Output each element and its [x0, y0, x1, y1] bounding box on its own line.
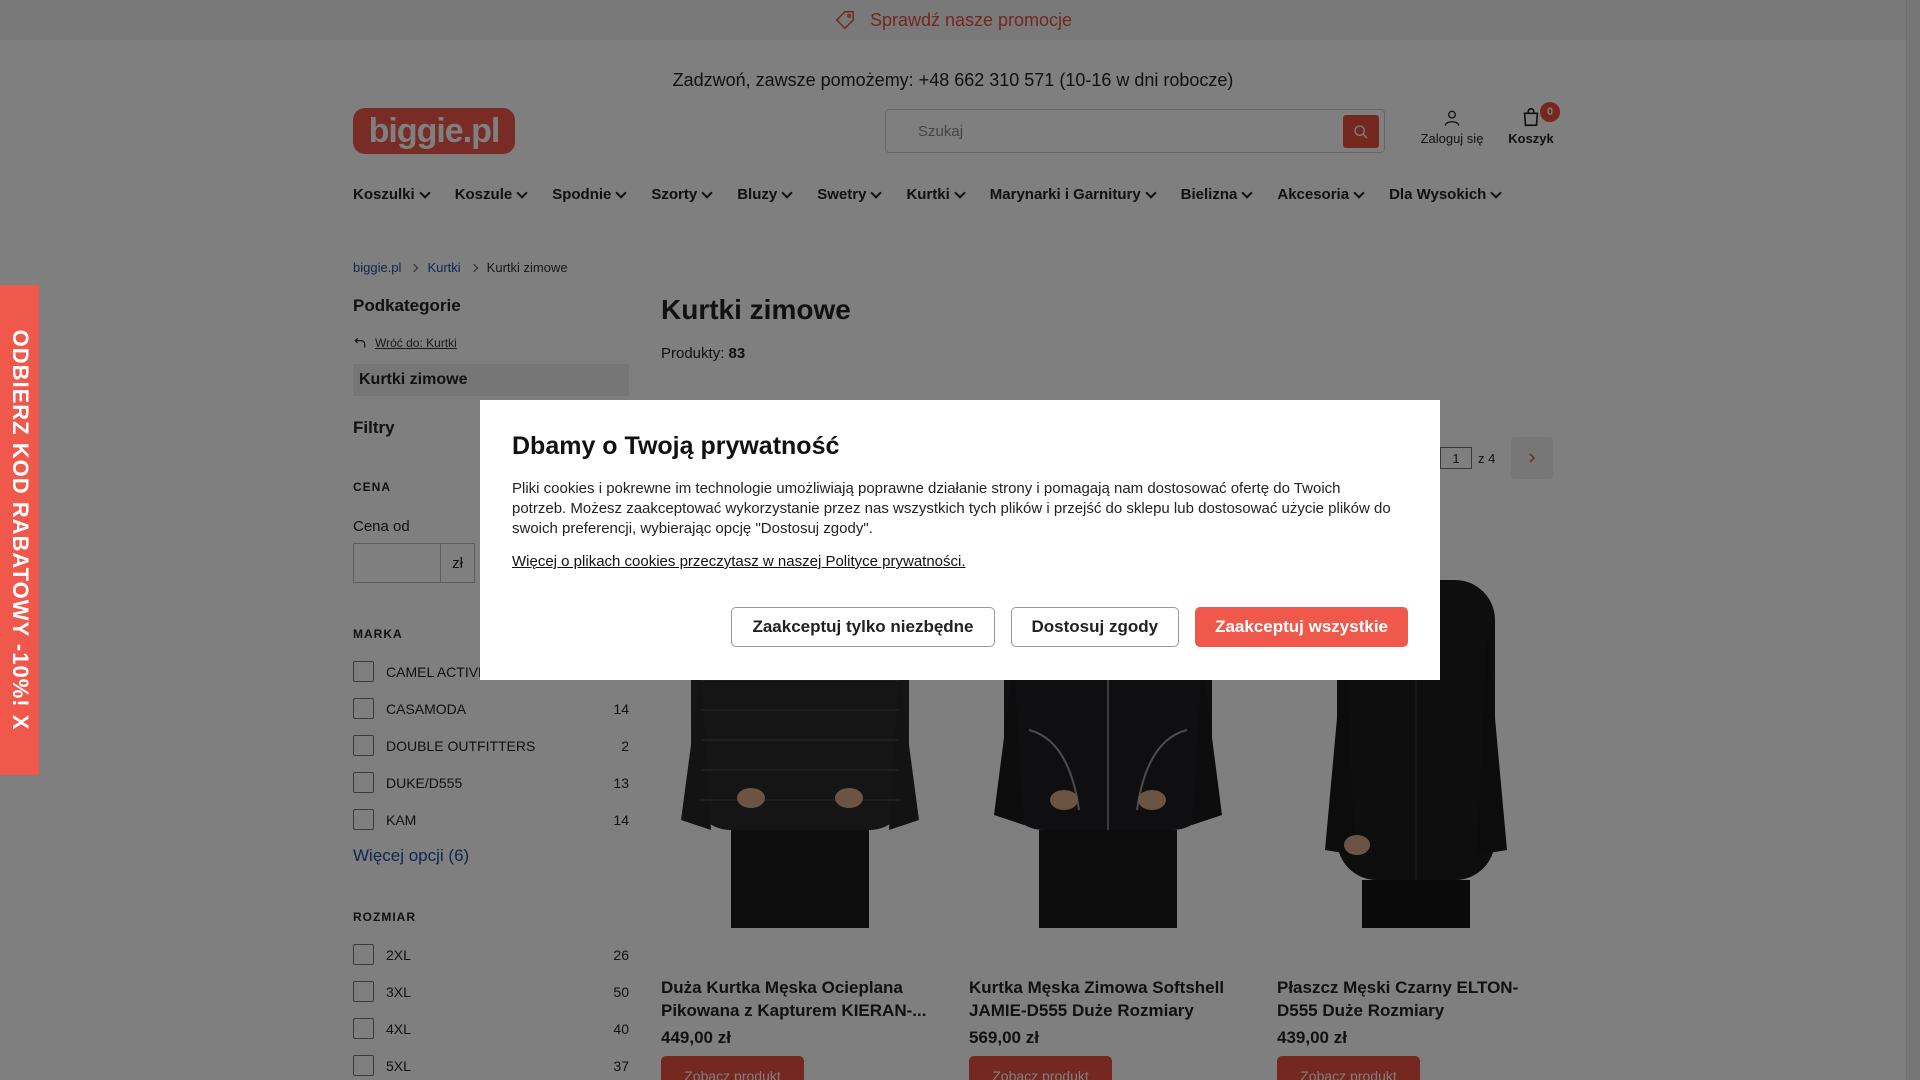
cookie-modal-title: Dbamy o Twoją prywatność	[512, 432, 840, 460]
cookie-modal-actions: Zaakceptuj tylko niezbędne Dostosuj zgod…	[731, 607, 1408, 647]
cookie-modal-body: Pliki cookies i pokrewne im technologie …	[512, 480, 1391, 537]
discount-code-tab[interactable]: ODBIERZ KOD RABATOWY -10%! X	[0, 285, 39, 775]
customize-consent-button[interactable]: Dostosuj zgody	[1010, 607, 1180, 647]
discount-code-label: ODBIERZ KOD RABATOWY -10%! X	[7, 329, 33, 731]
privacy-policy-link[interactable]: Więcej o plikach cookies przeczytasz w n…	[512, 553, 1408, 570]
cookie-consent-modal: Dbamy o Twoją prywatność Pliki cookies i…	[480, 400, 1440, 680]
accept-necessary-button[interactable]: Zaakceptuj tylko niezbędne	[731, 607, 995, 647]
accept-all-button[interactable]: Zaakceptuj wszystkie	[1195, 607, 1408, 647]
